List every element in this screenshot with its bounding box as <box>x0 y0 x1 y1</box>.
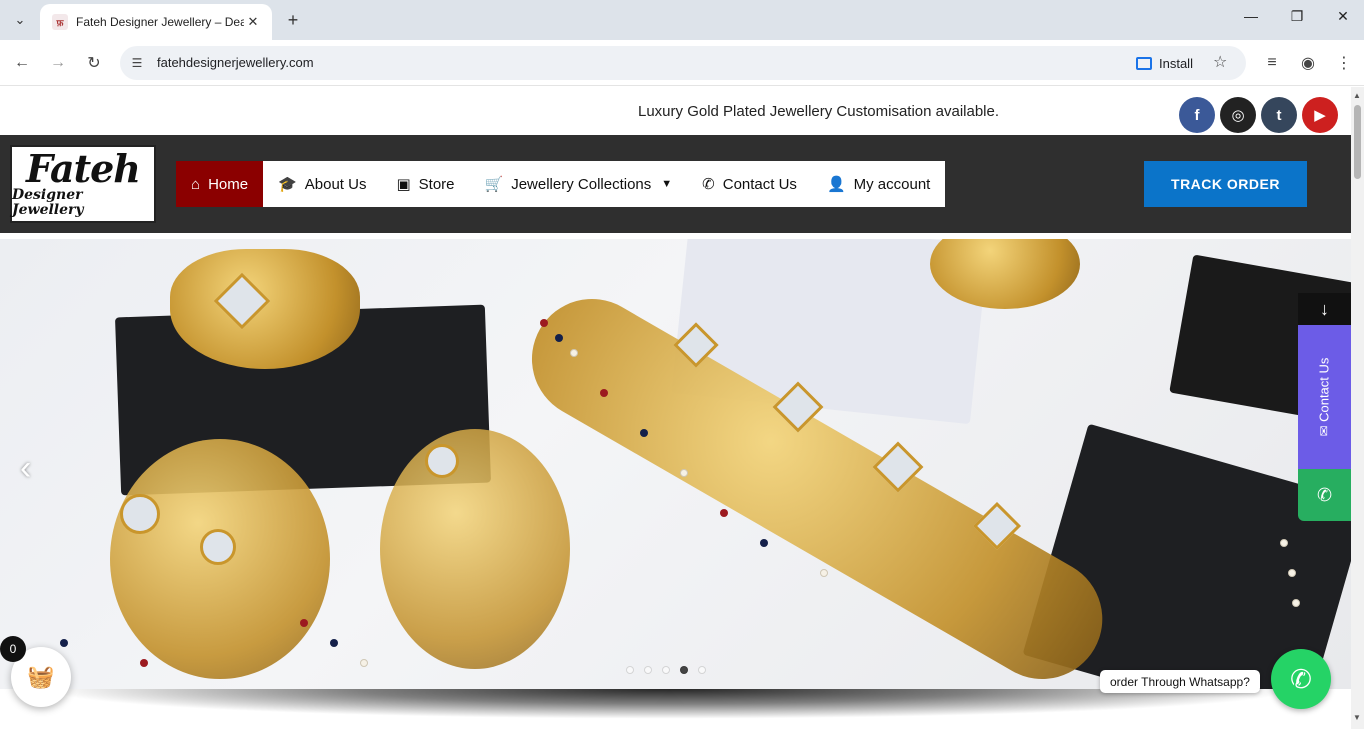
bead <box>760 539 768 547</box>
bead <box>640 429 648 437</box>
menu-item-about-us[interactable]: 🎓 About Us <box>263 161 381 207</box>
store-icon: ▣ <box>396 176 411 193</box>
logo-line1: Fateh <box>26 145 141 191</box>
slider-dot[interactable] <box>662 666 670 674</box>
bead <box>720 509 728 517</box>
tumblr-icon[interactable]: t <box>1261 97 1297 133</box>
kundan-stone <box>200 529 236 565</box>
slider-dots <box>626 666 706 674</box>
earring-right <box>380 429 570 669</box>
track-order-button[interactable]: TRACK ORDER <box>1144 161 1307 207</box>
bead <box>820 569 828 577</box>
url-text[interactable]: fatehdesignerjewellery.com <box>157 55 314 70</box>
media-controls-icon[interactable]: ≡ <box>1260 52 1284 74</box>
browser-tab[interactable]: फ़ Fateh Designer Jewellery – Deal ✕ <box>40 4 272 40</box>
bead <box>570 349 578 357</box>
announcement-text: Luxury Gold Plated Jewellery Customisati… <box>638 103 1000 120</box>
main-menu: ⌂ Home 🎓 About Us ▣ Store 🛒 Jewellery Co… <box>176 161 946 207</box>
logo-line2: Designer Jewellery <box>12 186 84 218</box>
new-tab-plus-icon[interactable]: + <box>282 9 304 31</box>
menu-label: My account <box>853 175 931 193</box>
slider-prev-arrow-icon[interactable]: ‹ <box>20 449 31 488</box>
slider-dot-active[interactable] <box>680 666 688 674</box>
contact-tab-label: ✉ Contact Us <box>1316 357 1332 437</box>
slider-dot[interactable] <box>698 666 706 674</box>
bead <box>1292 599 1300 607</box>
top-announcement-bar: Luxury Gold Plated Jewellery Customisati… <box>0 87 1351 135</box>
bead <box>300 619 308 627</box>
bead <box>540 319 548 327</box>
profile-icon[interactable]: ◉ <box>1296 52 1320 74</box>
chevron-down-icon: ▼ <box>661 178 673 190</box>
kundan-stone <box>120 494 160 534</box>
site-favicon-icon: फ़ <box>52 14 68 30</box>
tab-search-chevron-icon[interactable]: ⌄ <box>6 7 34 33</box>
back-arrow-icon[interactable]: ← <box>10 52 34 74</box>
whatsapp-icon[interactable]: ✆ <box>1271 649 1331 709</box>
kundan-stone <box>425 444 459 478</box>
phone-icon: ✆ <box>702 176 715 193</box>
site-logo[interactable]: Fateh Designer Jewellery <box>10 145 156 223</box>
menu-item-jewellery-collections[interactable]: 🛒 Jewellery Collections ▼ <box>470 161 688 207</box>
install-monitor-icon <box>1136 56 1152 70</box>
graduation-cap-icon: 🎓 <box>278 176 297 193</box>
menu-item-my-account[interactable]: 👤 My account <box>812 161 945 207</box>
install-app-button[interactable]: Install <box>1128 50 1203 76</box>
slider-shadow <box>40 689 1300 719</box>
facebook-icon[interactable]: f <box>1179 97 1215 133</box>
home-icon: ⌂ <box>191 175 201 193</box>
close-window-icon[interactable]: ✕ <box>1328 8 1358 25</box>
bead <box>60 639 68 647</box>
scrollbar-thumb[interactable] <box>1354 105 1361 179</box>
slider-dot[interactable] <box>626 666 634 674</box>
whatsapp-label[interactable]: order Through Whatsapp? <box>1100 670 1260 693</box>
bead <box>1280 539 1288 547</box>
tab-close-icon[interactable]: ✕ <box>244 14 262 30</box>
browser-menu-icon[interactable]: ⋮ <box>1332 52 1356 74</box>
bead <box>330 639 338 647</box>
necklace-pendant <box>170 249 360 369</box>
menu-item-store[interactable]: ▣ Store <box>381 161 469 207</box>
install-label: Install <box>1159 55 1193 71</box>
browser-tab-strip: ⌄ फ़ Fateh Designer Jewellery – Deal ✕ +… <box>0 0 1364 40</box>
contact-us-side-tab[interactable]: ✉ Contact Us <box>1298 325 1351 469</box>
menu-item-home[interactable]: ⌂ Home <box>176 161 264 207</box>
tab-title: Fateh Designer Jewellery – Deal <box>76 15 244 29</box>
scroll-down-small-arrow-icon[interactable]: ▼ <box>1353 713 1361 722</box>
menu-label: Contact Us <box>722 175 797 193</box>
web-page: Luxury Gold Plated Jewellery Customisati… <box>0 87 1364 729</box>
slider-dot[interactable] <box>644 666 652 674</box>
bead <box>600 389 608 397</box>
browser-toolbar: ← → ↻ ☰ fatehdesignerjewellery.com Insta… <box>0 40 1364 86</box>
phone-call-icon[interactable]: ✆ <box>1298 469 1351 521</box>
bookmark-star-icon[interactable]: ☆ <box>1213 52 1227 72</box>
site-settings-icon[interactable]: ☰ <box>128 54 146 72</box>
main-navbar: Fateh Designer Jewellery ⌂ Home 🎓 About … <box>0 135 1351 233</box>
youtube-icon[interactable]: ▶ <box>1302 97 1338 133</box>
address-bar[interactable]: ☰ fatehdesignerjewellery.com Install ☆ <box>120 46 1246 80</box>
menu-label: Store <box>418 175 455 193</box>
user-icon: 👤 <box>826 176 846 193</box>
bead <box>680 469 688 477</box>
menu-label: Jewellery Collections <box>511 175 652 193</box>
menu-label: Home <box>208 175 249 193</box>
bead <box>140 659 148 667</box>
forward-arrow-icon[interactable]: → <box>46 52 70 74</box>
menu-item-contact-us[interactable]: ✆ Contact Us <box>687 161 812 207</box>
bead <box>360 659 368 667</box>
page-scrollbar[interactable]: ▲ ▼ <box>1351 87 1364 729</box>
reload-icon[interactable]: ↻ <box>82 52 106 74</box>
cart-count-badge: 0 <box>0 636 26 662</box>
instagram-icon[interactable]: ◎ <box>1220 97 1256 133</box>
scroll-up-arrow-icon[interactable]: ▲ <box>1353 91 1361 100</box>
menu-label: About Us <box>304 175 367 193</box>
restore-icon[interactable]: ❐ <box>1282 8 1312 25</box>
minimize-icon[interactable]: — <box>1236 8 1266 24</box>
bead <box>1288 569 1296 577</box>
hero-slider[interactable]: ‹ <box>0 239 1351 689</box>
bead <box>555 334 563 342</box>
cart-icon: 🛒 <box>484 176 504 193</box>
scroll-down-arrow-icon[interactable]: ↓ <box>1298 293 1351 325</box>
